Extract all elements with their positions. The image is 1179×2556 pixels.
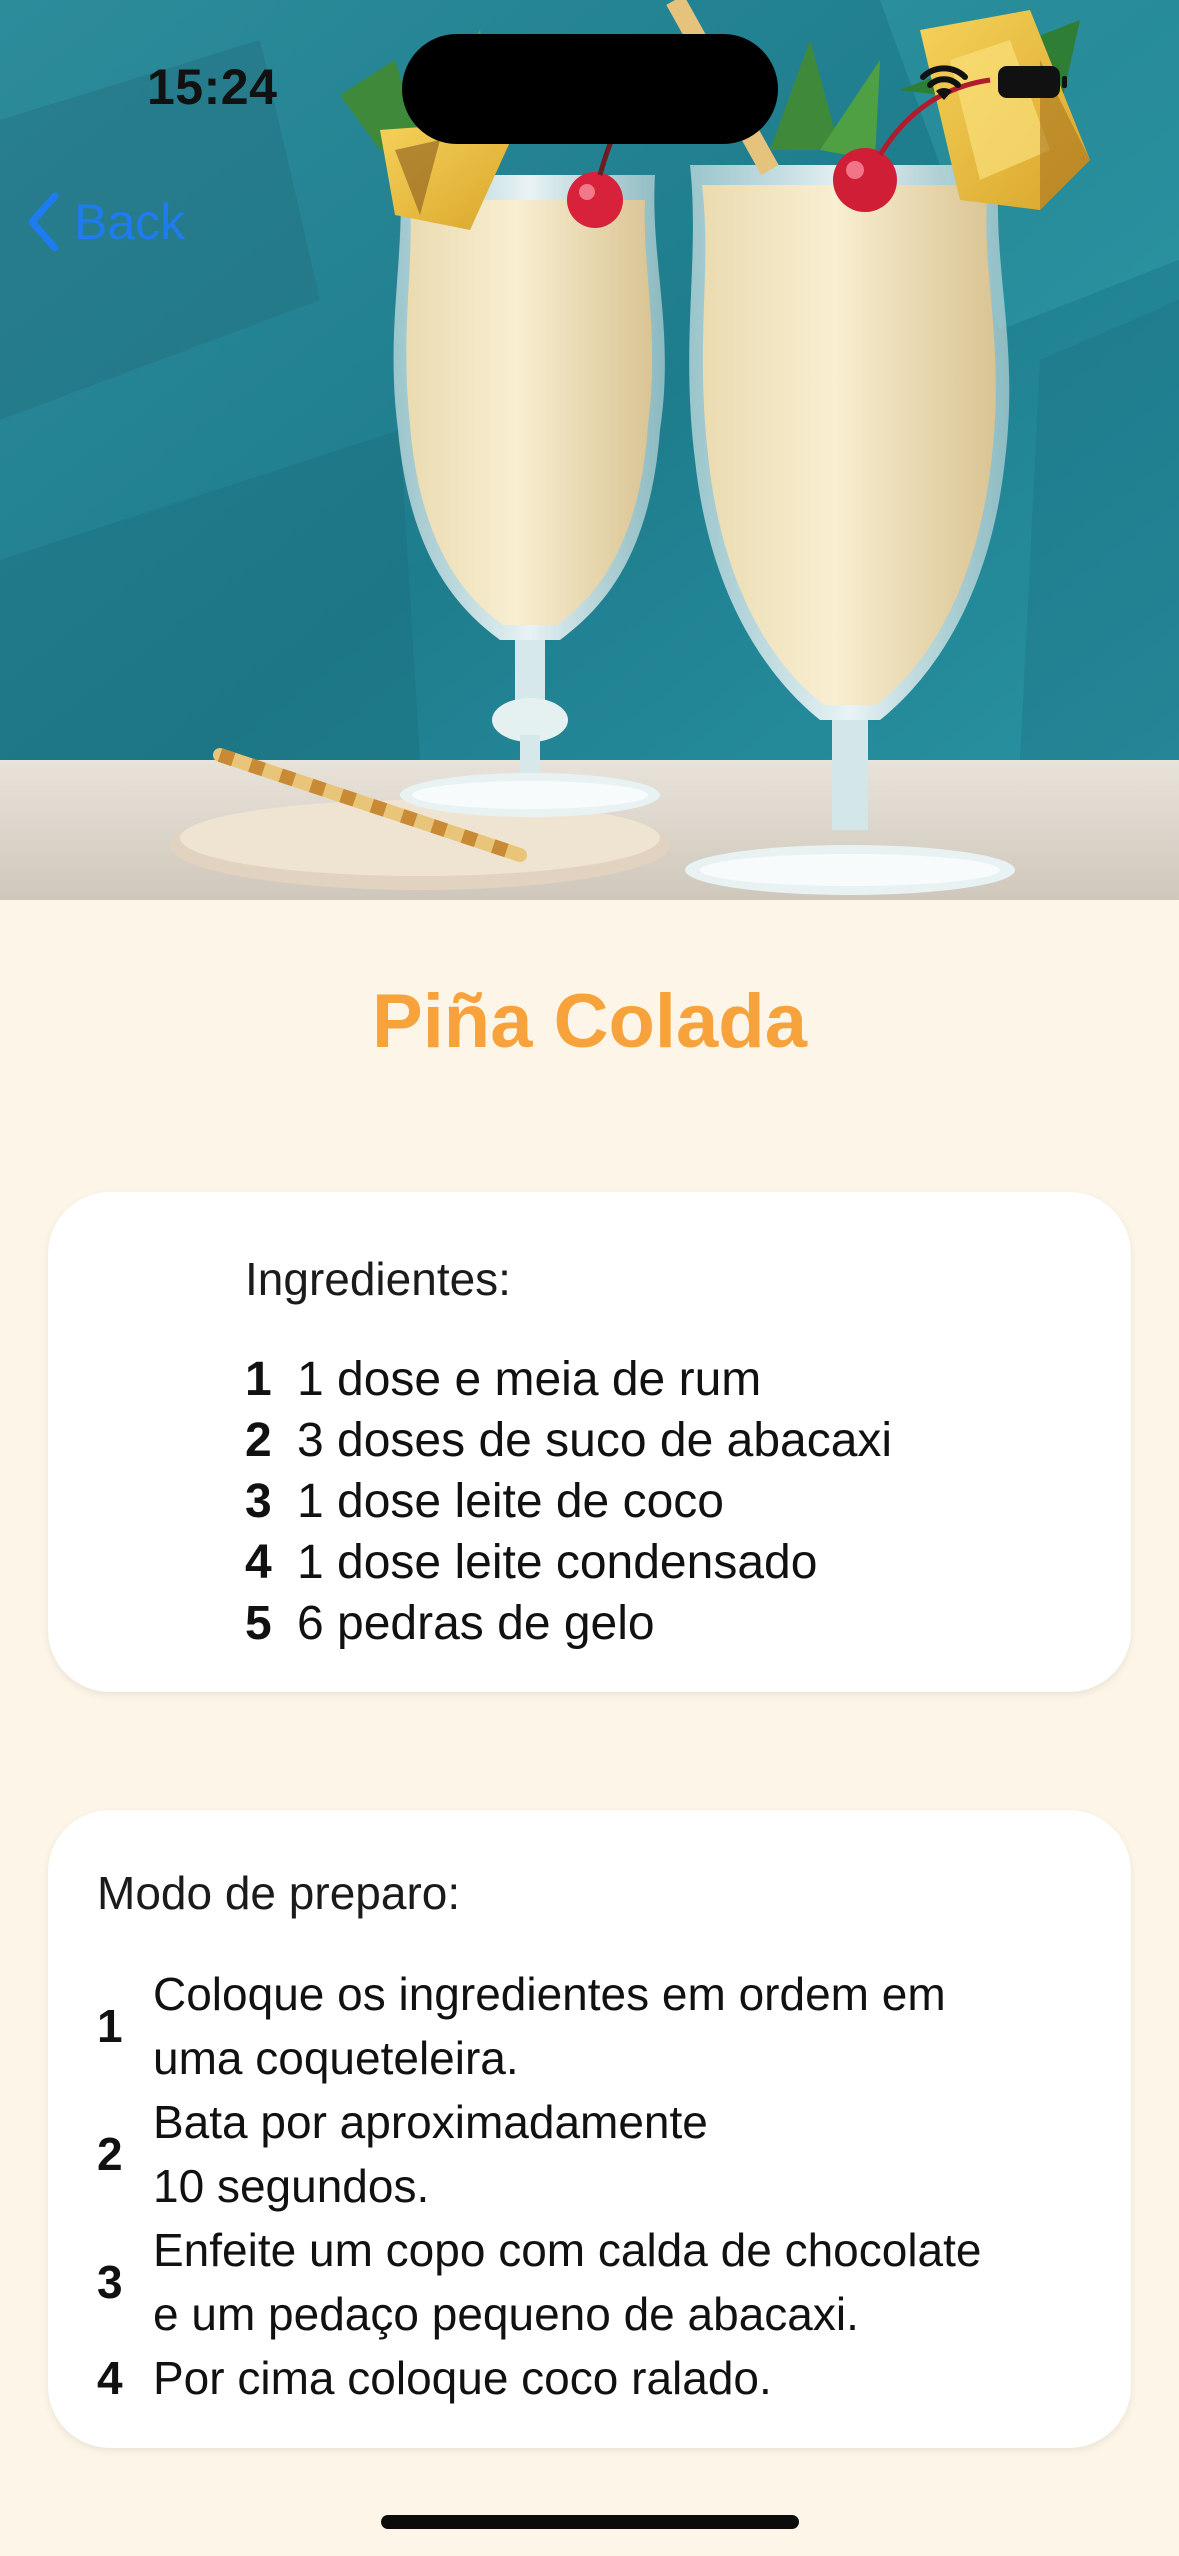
ingredients-list: 1 1 dose e meia de rum 2 3 doses de suco… [245,1352,892,1657]
item-number: 1 [245,1353,272,1406]
status-icons [917,62,1069,102]
item-text: 3 doses de suco de abacaxi [297,1414,893,1467]
list-item: 2 Bata por aproximadamente 10 segundos. [97,2090,1153,2218]
chevron-left-icon [26,192,60,252]
ingredients-heading: Ingredientes: [245,1253,511,1305]
dynamic-island [402,34,778,144]
list-item: 1 Coloque os ingredientes em ordem em um… [97,1962,1153,2090]
ingredients-card: Ingredientes: 1 1 dose e meia de rum 2 3… [48,1192,1131,1692]
recipe-screen: 15:24 Back Piña Colada Ingredientes: 1 1… [0,0,1179,2556]
battery-icon [997,64,1069,100]
list-item: 3 Enfeite um copo com calda de chocolate… [97,2218,1153,2346]
list-item: 5 6 pedras de gelo [245,1596,892,1657]
list-item: 4 Por cima coloque coco ralado. [97,2346,1153,2410]
list-item: 1 1 dose e meia de rum [245,1352,892,1413]
step-text: Coloque os ingredientes em ordem em uma … [153,1968,946,2084]
list-item: 3 1 dose leite de coco [245,1474,892,1535]
step-number: 1 [97,2000,123,2052]
back-label: Back [74,194,186,250]
item-number: 4 [245,1536,272,1589]
wifi-icon [917,62,971,102]
step-text: Enfeite um copo com calda de chocolate e… [153,2224,982,2340]
list-item: 2 3 doses de suco de abacaxi [245,1413,892,1474]
status-time: 15:24 [147,59,278,115]
item-text: 1 dose leite condensado [297,1536,818,1589]
item-text: 1 dose leite de coco [297,1475,724,1528]
step-text: Por cima coloque coco ralado. [153,2352,772,2404]
back-button[interactable]: Back [26,192,185,252]
preparation-heading: Modo de preparo: [97,1867,461,1919]
list-item: 4 1 dose leite condensado [245,1535,892,1596]
item-text: 6 pedras de gelo [297,1597,655,1650]
item-number: 2 [245,1414,272,1467]
page-title: Piña Colada [372,979,807,1064]
step-number: 3 [97,2256,123,2308]
item-number: 5 [245,1597,272,1650]
item-text: 1 dose e meia de rum [297,1353,762,1406]
item-number: 3 [245,1475,272,1528]
preparation-card: Modo de preparo: 1 Coloque os ingredient… [48,1810,1131,2448]
step-number: 4 [97,2352,123,2404]
home-indicator[interactable] [381,2515,799,2529]
preparation-steps: 1 Coloque os ingredientes em ordem em um… [97,1962,1153,2410]
step-text: Bata por aproximadamente 10 segundos. [153,2096,708,2212]
step-number: 2 [97,2128,123,2180]
